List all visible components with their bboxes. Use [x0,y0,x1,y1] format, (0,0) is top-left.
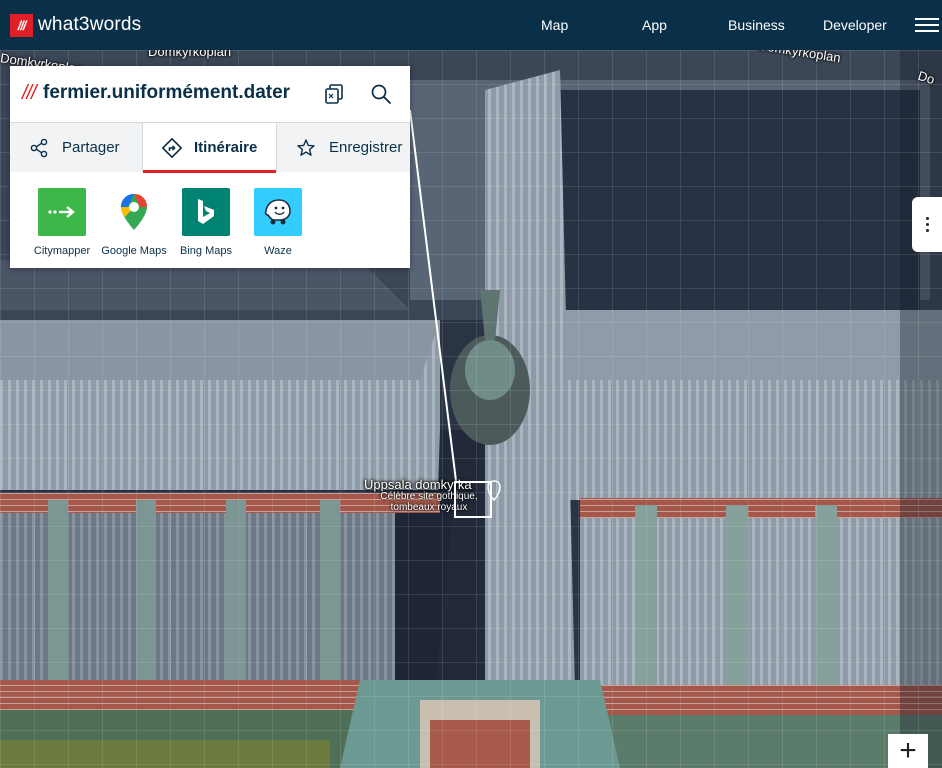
directions-icon [162,137,182,158]
address-card: /// fermier.uniformément.dater Partager [10,66,410,268]
citymapper-icon [38,188,86,236]
app-google-maps[interactable]: Google Maps [94,188,174,257]
nav-business[interactable]: Business [728,17,785,33]
card-tabs: Partager Itinéraire Enregistrer [10,122,410,173]
nav-map[interactable]: Map [541,17,568,33]
share-icon [30,138,48,157]
hamburger-menu-icon[interactable] [915,18,939,34]
more-options-icon[interactable] [912,197,942,252]
bing-maps-icon [182,188,230,236]
app-bing-maps[interactable]: Bing Maps [166,188,246,257]
nav-developer[interactable]: Developer [823,17,887,33]
search-icon[interactable] [370,83,392,105]
star-icon [297,138,315,156]
three-word-address[interactable]: fermier.uniformément.dater [43,82,290,104]
selected-square-marker[interactable] [454,481,492,518]
zoom-in-button[interactable]: + [888,734,928,768]
copy-icon[interactable] [323,83,345,105]
app-citymapper[interactable]: Citymapper [22,188,102,257]
tab-save[interactable]: Enregistrer [277,123,410,172]
tab-directions[interactable]: Itinéraire [143,123,277,173]
tab-save-label: Enregistrer [329,139,403,156]
app-label: Bing Maps [180,245,232,257]
app-label: Google Maps [101,245,167,257]
app-label: Waze [264,245,292,257]
nav-app[interactable]: App [642,17,667,33]
app-label: Citymapper [33,245,91,257]
address-slashes: /// [22,82,37,104]
top-navigation-bar: /// what3words Map App Business Develope… [0,0,942,50]
waze-icon [254,188,302,236]
tab-directions-label: Itinéraire [194,139,258,156]
tab-share[interactable]: Partager [10,123,143,172]
tab-share-label: Partager [62,139,120,156]
main-nav: Map App Business Developer [0,0,942,50]
google-maps-icon [110,188,158,236]
road-label: Domkyrkoplan [148,50,232,59]
address-row: /// fermier.uniformément.dater [10,66,410,122]
navigation-apps: Citymapper Google Maps Bing Maps Waze [10,172,410,268]
app-waze[interactable]: Waze [238,188,318,257]
